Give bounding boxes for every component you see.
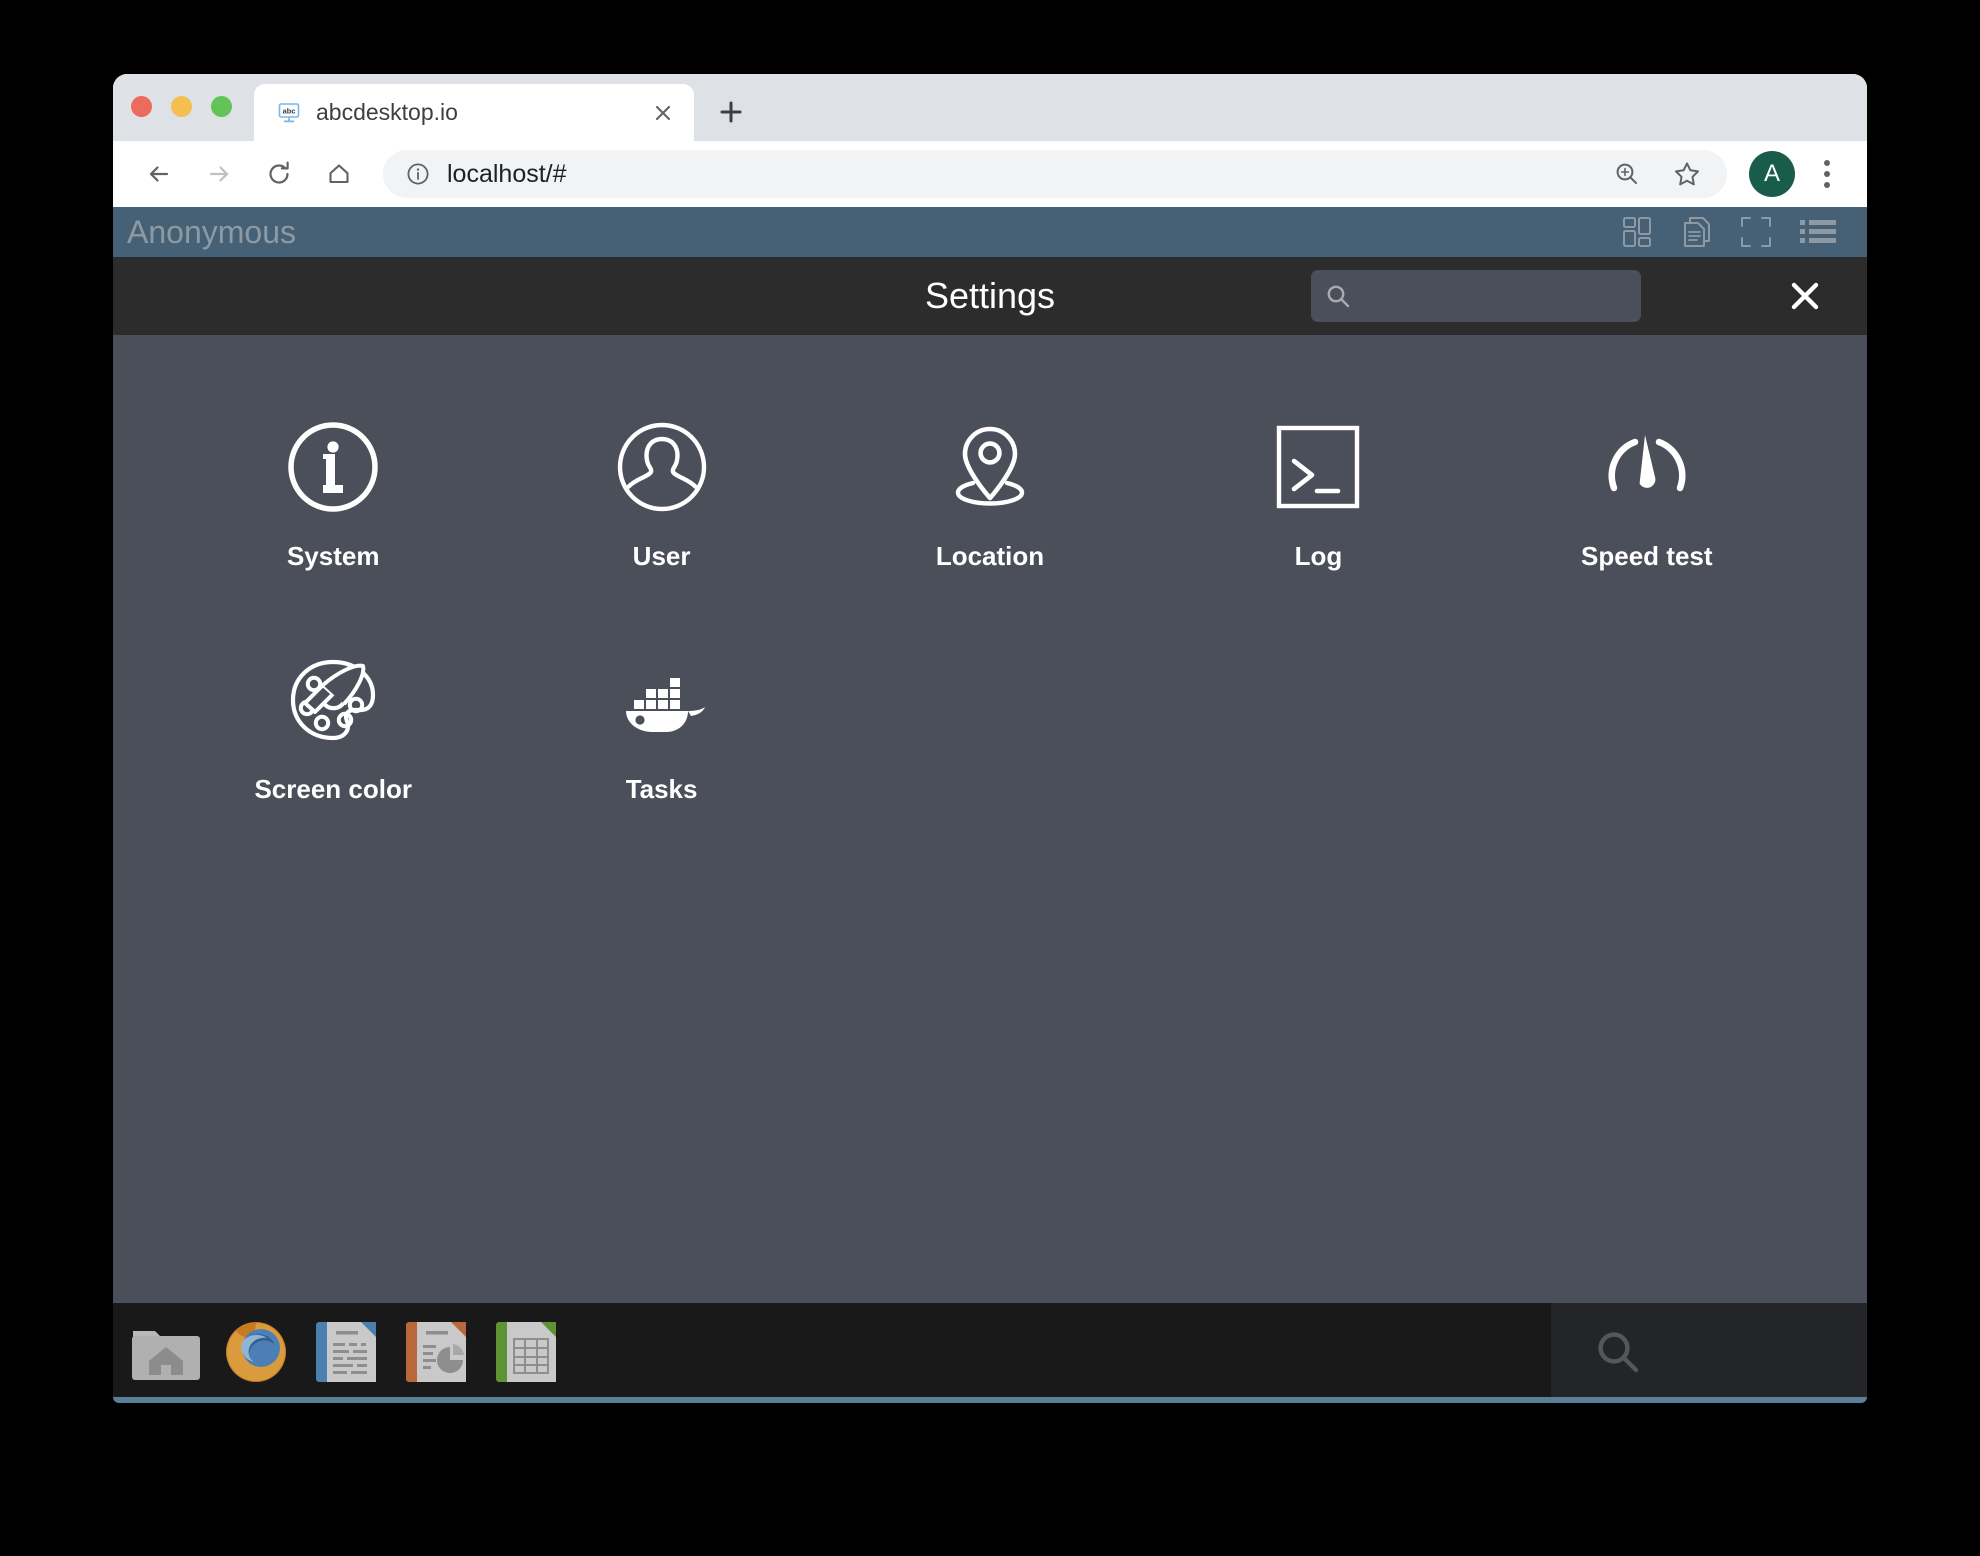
settings-item-label: Speed test xyxy=(1581,541,1713,571)
three-dots-vertical-icon[interactable] xyxy=(1803,150,1851,198)
home-folder-icon[interactable] xyxy=(127,1313,205,1391)
zoom-in-icon[interactable] xyxy=(1605,160,1649,188)
docker-whale-icon xyxy=(608,646,716,754)
desktop-username: Anonymous xyxy=(127,213,296,250)
close-icon[interactable] xyxy=(1781,272,1829,320)
avatar[interactable]: A xyxy=(1749,151,1795,197)
writer-doc-icon[interactable] xyxy=(307,1313,385,1391)
arrow-left-icon[interactable] xyxy=(131,146,187,202)
info-circle-icon xyxy=(279,413,387,521)
window-close-button[interactable] xyxy=(131,96,152,117)
dashboard-grid-icon[interactable] xyxy=(1621,215,1655,249)
settings-item-user[interactable]: User xyxy=(497,413,825,572)
omnibox[interactable]: localhost/# xyxy=(383,150,1727,198)
settings-item-location[interactable]: Location xyxy=(826,413,1154,572)
calc-doc-icon[interactable] xyxy=(487,1313,565,1391)
paint-palette-icon xyxy=(279,646,387,754)
reload-icon[interactable] xyxy=(251,146,307,202)
settings-header: Settings xyxy=(113,257,1867,335)
search-icon xyxy=(1325,283,1351,309)
list-menu-icon[interactable] xyxy=(1799,217,1837,247)
taskbar-spacer xyxy=(565,1303,1551,1401)
firefox-icon[interactable] xyxy=(217,1313,295,1391)
settings-item-label: User xyxy=(632,541,691,571)
settings-item-label: Tasks xyxy=(625,774,698,804)
star-icon[interactable] xyxy=(1665,159,1709,189)
map-pin-icon xyxy=(936,413,1044,521)
settings-item-label: Screen color xyxy=(254,774,412,804)
browser-tab-strip: abc abcdesktop.io xyxy=(113,74,1867,141)
terminal-icon xyxy=(1264,413,1372,521)
desktop-topbar-icons xyxy=(1621,215,1837,249)
window-bottom-accent xyxy=(113,1397,1867,1403)
browser-window: abc abcdesktop.io localhost/# A Anonymou… xyxy=(113,74,1867,1401)
taskbar-search-panel[interactable] xyxy=(1551,1303,1867,1401)
settings-item-tasks[interactable]: Tasks xyxy=(497,646,825,805)
taskbar-launchers xyxy=(113,1303,565,1401)
svg-text:abc: abc xyxy=(283,106,296,115)
window-maximize-button[interactable] xyxy=(211,96,232,117)
desktop-topbar: Anonymous xyxy=(113,207,1867,257)
settings-item-label: Log xyxy=(1294,541,1343,571)
settings-search-box[interactable] xyxy=(1311,270,1649,322)
settings-grid: System User Location Log Speed test Scre… xyxy=(113,335,1867,1303)
settings-panel: Settings System User Location Log Speed … xyxy=(113,257,1867,1303)
page-viewport: Anonymous Settings System User Location … xyxy=(113,207,1867,1401)
fullscreen-icon[interactable] xyxy=(1739,215,1773,249)
impress-doc-icon[interactable] xyxy=(397,1313,475,1391)
settings-item-label: System xyxy=(286,541,380,571)
arrow-right-icon[interactable] xyxy=(191,146,247,202)
close-icon[interactable] xyxy=(648,98,678,128)
settings-item-speed-test[interactable]: Speed test xyxy=(1483,413,1811,572)
info-circle-icon[interactable] xyxy=(405,161,431,187)
abc-desktop-icon: abc xyxy=(276,100,302,126)
plus-icon[interactable] xyxy=(704,85,758,139)
speedometer-icon xyxy=(1593,413,1701,521)
window-traffic-lights xyxy=(131,74,254,141)
browser-toolbar: localhost/# A xyxy=(113,141,1867,207)
search-input[interactable] xyxy=(1361,283,1649,309)
taskbar xyxy=(113,1303,1867,1401)
browser-tab[interactable]: abc abcdesktop.io xyxy=(254,84,694,141)
copy-documents-icon[interactable] xyxy=(1681,215,1713,249)
settings-item-system[interactable]: System xyxy=(169,413,497,572)
settings-item-label: Location xyxy=(935,541,1045,571)
user-avatar-icon xyxy=(608,413,716,521)
settings-item-log[interactable]: Log xyxy=(1154,413,1482,572)
settings-item-screen-color[interactable]: Screen color xyxy=(169,646,497,805)
search-icon[interactable] xyxy=(1593,1327,1643,1377)
home-icon[interactable] xyxy=(311,146,367,202)
omnibox-url-text[interactable]: localhost/# xyxy=(447,160,1589,189)
window-minimize-button[interactable] xyxy=(171,96,192,117)
browser-tab-title: abcdesktop.io xyxy=(316,99,458,125)
